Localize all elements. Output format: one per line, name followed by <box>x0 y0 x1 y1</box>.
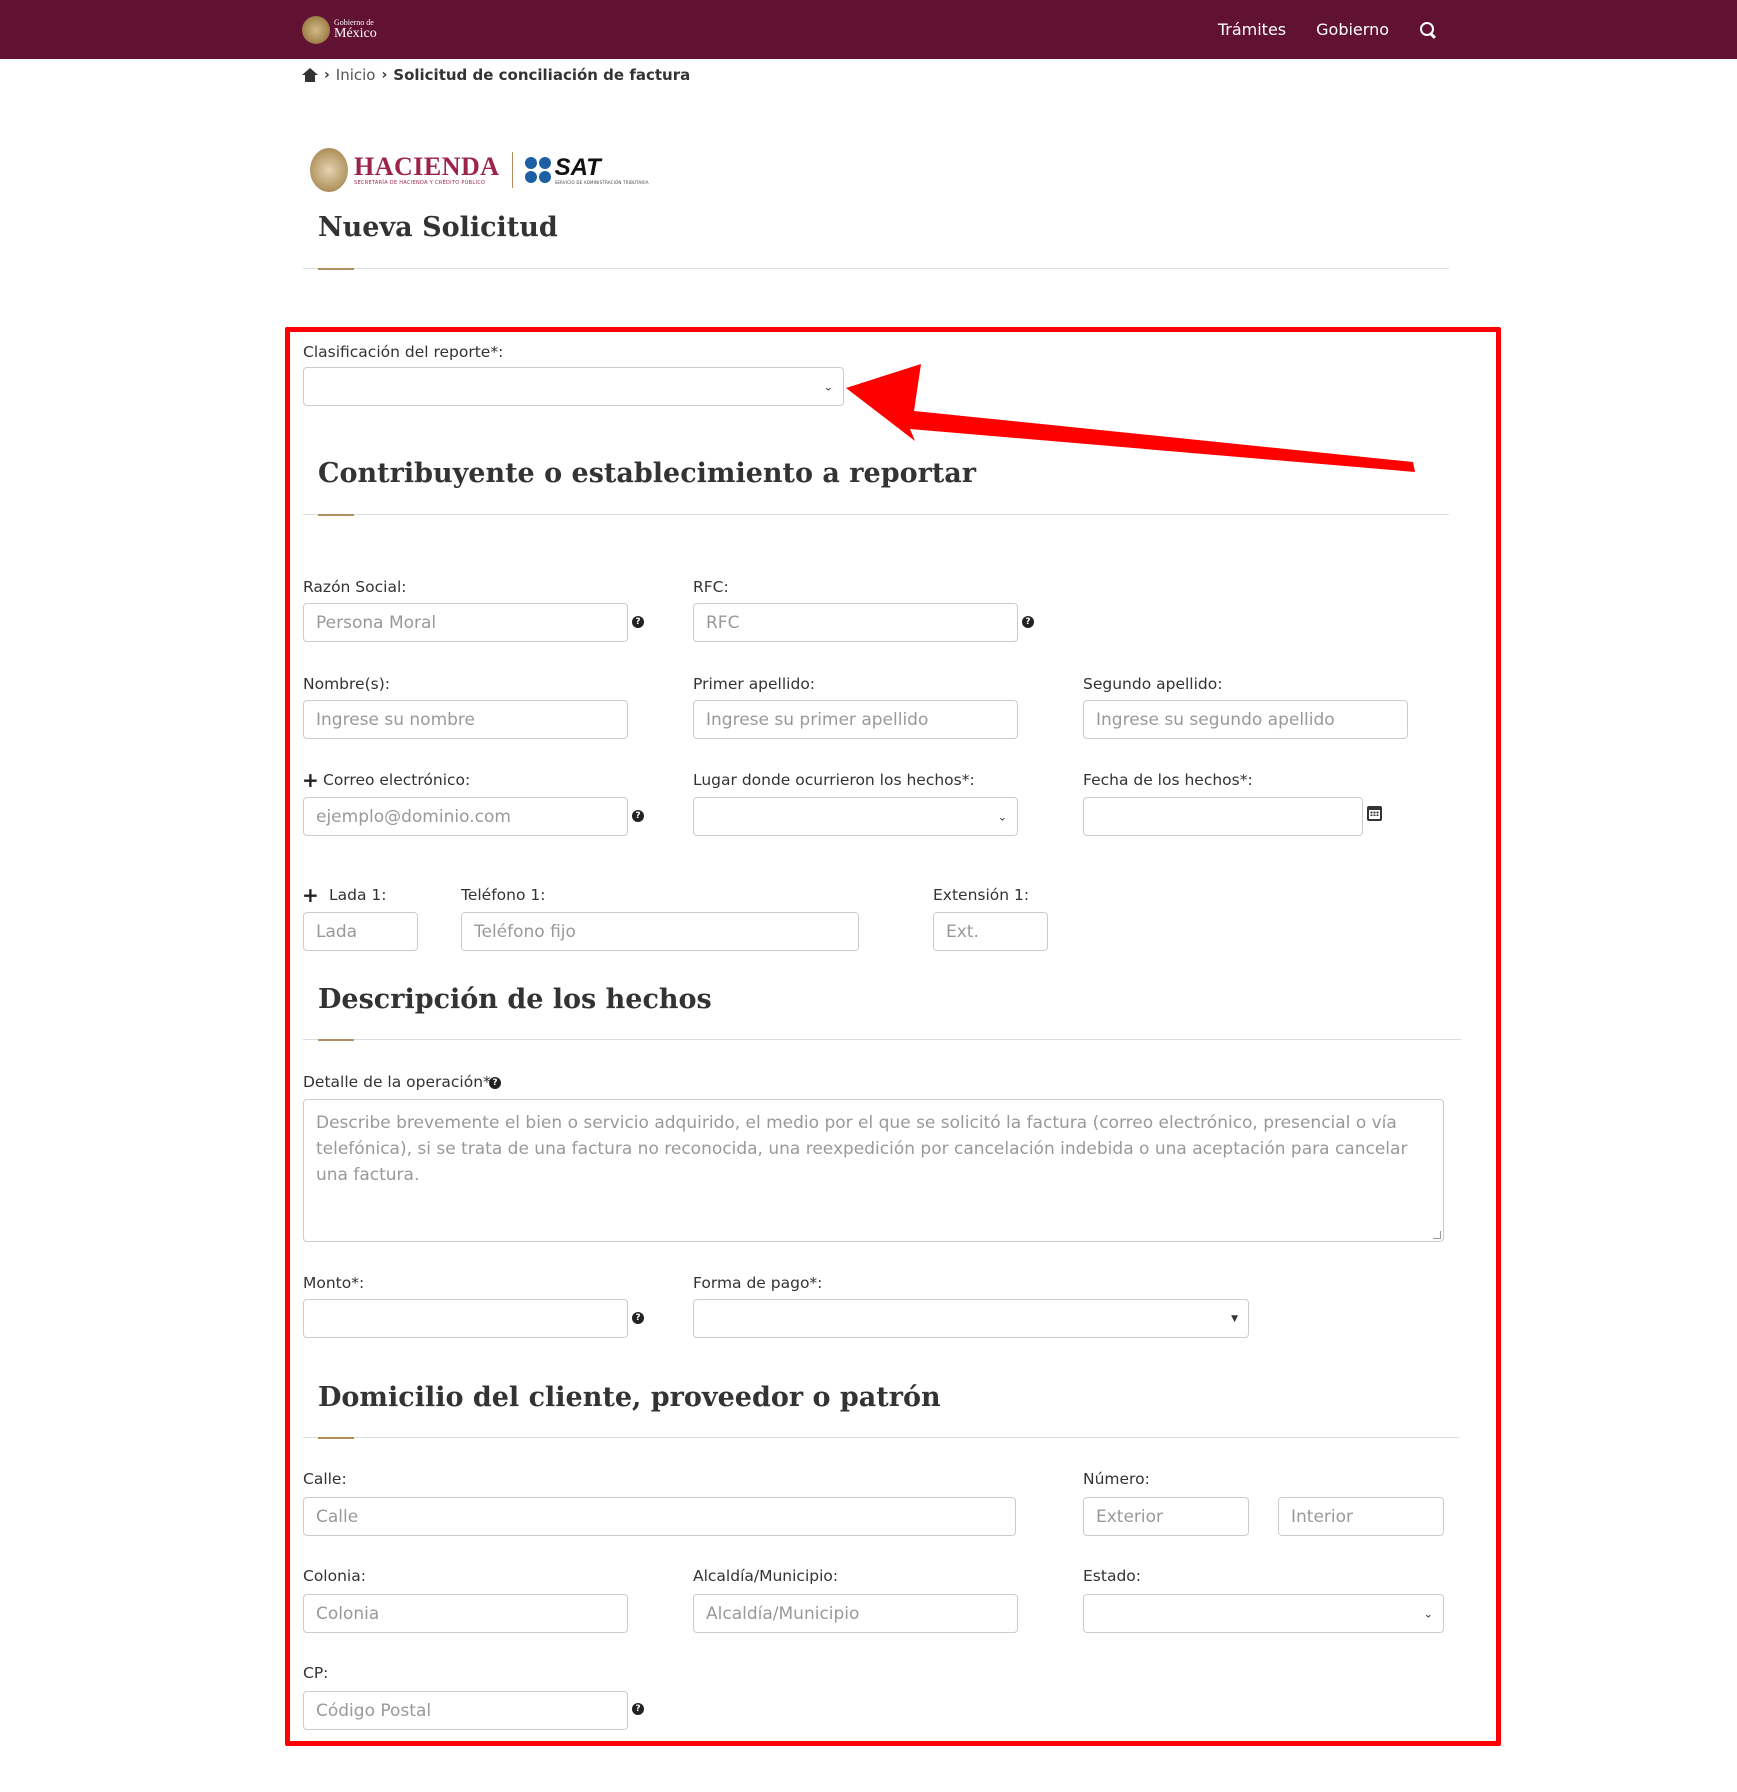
breadcrumb: › Inicio › Solicitud de conciliación de … <box>302 64 690 86</box>
top-navbar: Gobierno de México Trámites Gobierno <box>0 0 1737 59</box>
title-divider <box>303 268 1449 269</box>
home-icon[interactable] <box>302 68 318 82</box>
logo-big-text: México <box>334 26 377 41</box>
annotation-highlight-frame <box>285 327 1501 1746</box>
hacienda-seal-icon <box>310 148 348 192</box>
nav-link-gobierno[interactable]: Gobierno <box>1316 20 1389 39</box>
breadcrumb-home-link[interactable]: Inicio <box>336 66 376 84</box>
chevron-right-icon: › <box>381 67 388 83</box>
chevron-right-icon: › <box>324 67 330 83</box>
nav-link-tramites[interactable]: Trámites <box>1218 20 1286 39</box>
logo-divider <box>511 152 513 188</box>
page-title: Nueva Solicitud <box>318 212 558 243</box>
sat-subtitle: SERVICIO DE ADMINISTRACIÓN TRIBUTARIA <box>554 179 649 185</box>
search-icon[interactable] <box>1419 21 1437 39</box>
hacienda-subtitle: SECRETARÍA DE HACIENDA Y CRÉDITO PÚBLICO <box>354 180 486 186</box>
gobierno-mexico-logo[interactable]: Gobierno de México <box>302 15 377 45</box>
mexico-seal-icon <box>302 16 330 44</box>
breadcrumb-current: Solicitud de conciliación de factura <box>393 66 691 84</box>
sat-name: SAT <box>554 153 601 181</box>
hacienda-sat-logo: HACIENDA SECRETARÍA DE HACIENDA Y CRÉDIT… <box>310 145 649 195</box>
sat-dots-icon <box>524 157 551 183</box>
nav-links: Trámites Gobierno <box>1218 0 1437 59</box>
title-accent-line <box>318 268 354 270</box>
hacienda-name: HACIENDA <box>354 152 500 181</box>
